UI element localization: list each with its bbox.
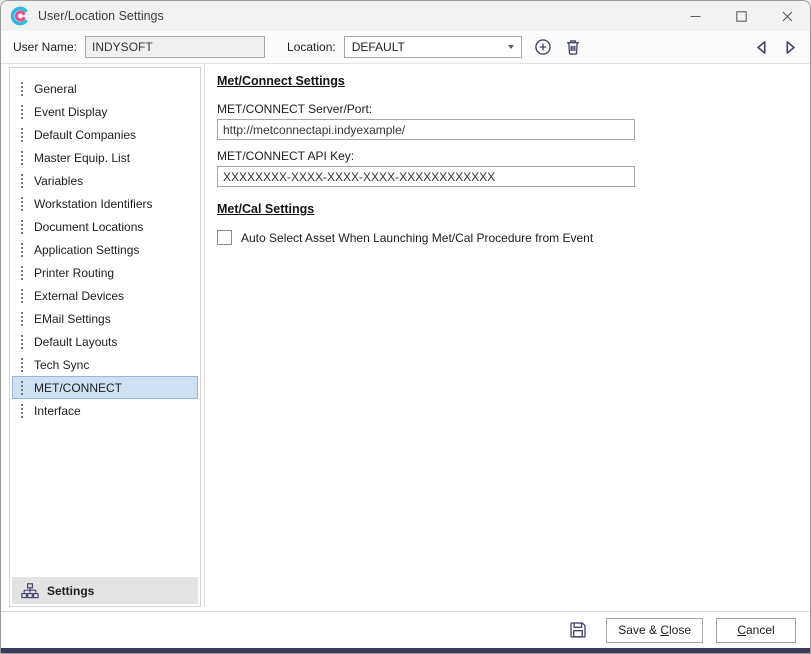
metconnect-settings-heading: Met/Connect Settings	[217, 74, 810, 88]
sidebar-item-label: Printer Routing	[34, 266, 114, 280]
maximize-icon[interactable]	[718, 1, 764, 31]
grip-dots-icon	[21, 288, 24, 303]
grip-dots-icon	[21, 334, 24, 349]
sidebar-item-printer-routing[interactable]: Printer Routing	[12, 261, 198, 284]
grip-dots-icon	[21, 150, 24, 165]
save-close-button[interactable]: Save & Close	[606, 618, 703, 643]
auto-select-asset-row: Auto Select Asset When Launching Met/Cal…	[217, 230, 810, 245]
sidebar-item-general[interactable]: General	[12, 77, 198, 100]
sidebar-item-default-layouts[interactable]: Default Layouts	[12, 330, 198, 353]
sidebar-item-label: Workstation Identifiers	[34, 197, 153, 211]
sidebar-item-label: Tech Sync	[34, 358, 89, 372]
grip-dots-icon	[21, 311, 24, 326]
server-port-label: MET/CONNECT Server/Port:	[217, 102, 810, 116]
close-icon[interactable]	[764, 1, 810, 31]
server-port-input[interactable]	[217, 119, 635, 140]
auto-select-asset-checkbox[interactable]	[217, 230, 232, 245]
window-bottom-accent	[1, 648, 810, 653]
grip-dots-icon	[21, 219, 24, 234]
location-label: Location:	[287, 40, 336, 54]
sidebar-item-interface[interactable]: Interface	[12, 399, 198, 422]
grip-dots-icon	[21, 173, 24, 188]
sidebar-item-label: MET/CONNECT	[34, 381, 122, 395]
sidebar-item-external-devices[interactable]: External Devices	[12, 284, 198, 307]
sidebar-item-label: Event Display	[34, 105, 107, 119]
sidebar-item-label: Master Equip. List	[34, 151, 130, 165]
sidebar-item-label: External Devices	[34, 289, 124, 303]
user-name-label: User Name:	[13, 40, 77, 54]
user-location-settings-window: User/Location Settings User Name: Locati…	[0, 0, 811, 654]
settings-sidebar: General Event Display Default Companies Mas…	[9, 67, 201, 607]
sidebar-item-event-display[interactable]: Event Display	[12, 100, 198, 123]
location-selected-value: DEFAULT	[352, 40, 405, 54]
sidebar-item-master-equip-list[interactable]: Master Equip. List	[12, 146, 198, 169]
sidebar-item-label: Default Layouts	[34, 335, 117, 349]
content-area: General Event Display Default Companies Mas…	[1, 64, 810, 611]
api-key-label: MET/CONNECT API Key:	[217, 149, 810, 163]
metcal-settings-heading: Met/Cal Settings	[217, 202, 810, 216]
grip-dots-icon	[21, 196, 24, 211]
location-select[interactable]: DEFAULT	[344, 36, 522, 58]
grip-dots-icon	[21, 380, 24, 395]
delete-location-icon[interactable]	[564, 38, 582, 56]
sidebar-item-label: EMail Settings	[34, 312, 111, 326]
sidebar-item-label: Variables	[34, 174, 83, 188]
window-title: User/Location Settings	[38, 9, 164, 23]
sidebar-item-label: Document Locations	[34, 220, 143, 234]
settings-panel: Met/Connect Settings MET/CONNECT Server/…	[204, 64, 810, 607]
next-record-icon[interactable]	[783, 40, 798, 55]
grip-dots-icon	[21, 357, 24, 372]
api-key-input[interactable]	[217, 166, 635, 187]
save-icon[interactable]	[569, 621, 587, 639]
server-port-field: MET/CONNECT Server/Port:	[217, 102, 810, 140]
settings-section-label: Settings	[47, 584, 94, 598]
auto-select-asset-label: Auto Select Asset When Launching Met/Cal…	[241, 231, 593, 245]
minimize-icon[interactable]	[672, 1, 718, 31]
grip-dots-icon	[21, 242, 24, 257]
sidebar-item-email-settings[interactable]: EMail Settings	[12, 307, 198, 330]
record-navigation	[754, 40, 798, 55]
grip-dots-icon	[21, 81, 24, 96]
sidebar-item-label: Application Settings	[34, 243, 139, 257]
org-chart-icon	[21, 583, 39, 599]
sidebar-item-met-connect[interactable]: MET/CONNECT	[12, 376, 198, 399]
grip-dots-icon	[21, 403, 24, 418]
sidebar-item-default-companies[interactable]: Default Companies	[12, 123, 198, 146]
sidebar-item-label: General	[34, 82, 77, 96]
sidebar-item-document-locations[interactable]: Document Locations	[12, 215, 198, 238]
dialog-footer: Save & Close Cancel	[1, 611, 810, 648]
sidebar-item-label: Interface	[34, 404, 81, 418]
settings-section-button[interactable]: Settings	[12, 577, 198, 604]
grip-dots-icon	[21, 265, 24, 280]
grip-dots-icon	[21, 104, 24, 119]
api-key-field: MET/CONNECT API Key:	[217, 149, 810, 187]
sidebar-item-tech-sync[interactable]: Tech Sync	[12, 353, 198, 376]
grip-dots-icon	[21, 127, 24, 142]
cancel-button[interactable]: Cancel	[716, 618, 796, 643]
sidebar-item-workstation-identifiers[interactable]: Workstation Identifiers	[12, 192, 198, 215]
previous-record-icon[interactable]	[754, 40, 769, 55]
sidebar-nav-list: General Event Display Default Companies Mas…	[10, 68, 200, 575]
chevron-down-icon	[508, 45, 514, 49]
sidebar-item-label: Default Companies	[34, 128, 136, 142]
app-logo-icon	[10, 6, 30, 26]
sidebar-item-variables[interactable]: Variables	[12, 169, 198, 192]
title-bar: User/Location Settings	[1, 1, 810, 31]
record-toolbar: User Name: Location: DEFAULT	[1, 31, 810, 64]
user-name-input	[85, 36, 265, 58]
sidebar-item-application-settings[interactable]: Application Settings	[12, 238, 198, 261]
window-controls	[672, 1, 810, 31]
add-location-icon[interactable]	[534, 38, 552, 56]
